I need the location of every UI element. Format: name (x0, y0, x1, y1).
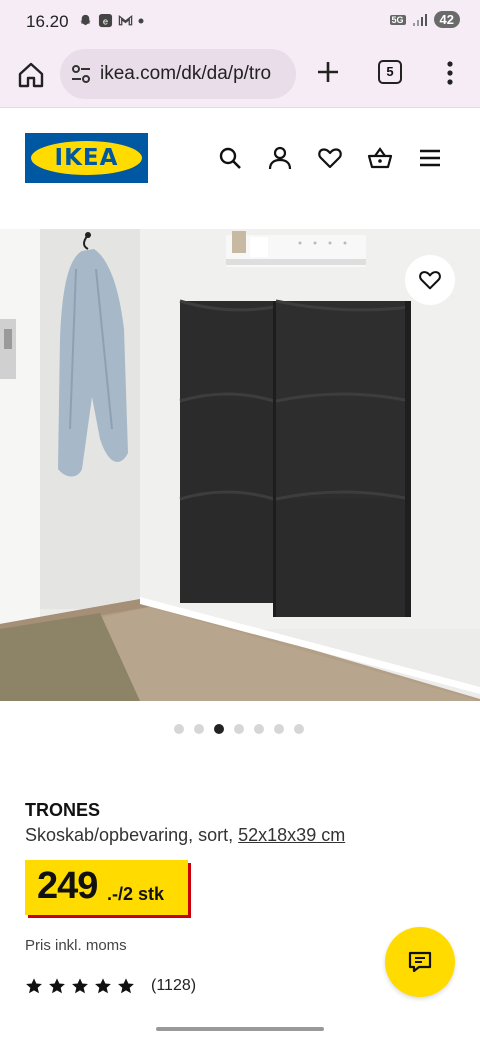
home-indicator[interactable] (156, 1027, 324, 1031)
app-icon: e (98, 13, 113, 28)
carousel-dot[interactable] (234, 724, 244, 734)
address-bar[interactable]: ikea.com/dk/da/p/tro (60, 49, 296, 99)
site-settings-icon[interactable] (70, 63, 92, 85)
hamburger-menu-icon[interactable] (417, 145, 443, 171)
vat-note: Pris inkl. moms (25, 937, 127, 954)
product-type: Skoskab/opbevaring, sort, (25, 825, 234, 845)
star-icon (118, 978, 134, 994)
more-notifications-dot-icon (138, 18, 144, 23)
carousel-dot[interactable] (214, 724, 224, 734)
browser-toolbar: ikea.com/dk/da/p/tro 5 (0, 44, 480, 108)
carousel-dot[interactable] (194, 724, 204, 734)
gmail-icon (118, 14, 133, 26)
favourite-button[interactable] (405, 255, 455, 305)
kebab-menu-icon[interactable] (440, 58, 460, 88)
star-icon (72, 978, 88, 994)
price-integer: 249 (37, 865, 98, 907)
basket-icon[interactable] (367, 145, 393, 171)
carousel-dot[interactable] (274, 724, 284, 734)
price-tag: 249 .-/2 stk (25, 860, 188, 915)
url-text: ikea.com/dk/da/p/tro (100, 63, 272, 84)
rating[interactable]: (1128) (25, 977, 196, 995)
snapchat-icon (80, 14, 91, 26)
product-name: TRONES (25, 800, 101, 820)
heart-icon[interactable] (317, 145, 343, 171)
star-icon (95, 978, 111, 994)
notification-icons: e (78, 13, 144, 28)
search-icon[interactable] (217, 145, 243, 171)
product-dimensions-link[interactable]: 52x18x39 cm (238, 825, 345, 845)
star-icon (49, 978, 65, 994)
status-time: 16.20 (26, 12, 69, 31)
battery-indicator: 42 (433, 11, 460, 28)
price-suffix: .-/2 stk (107, 884, 165, 904)
product-image[interactable] (0, 229, 480, 701)
new-tab-icon[interactable] (314, 58, 342, 86)
star-icon (26, 978, 42, 994)
carousel-dot[interactable] (294, 724, 304, 734)
chat-icon (408, 951, 432, 973)
carousel-dots (174, 724, 304, 734)
signal-icon (412, 13, 427, 26)
heart-icon (419, 271, 441, 290)
network-label: 5G (389, 14, 406, 25)
carousel-dot[interactable] (174, 724, 184, 734)
carousel-dot[interactable] (254, 724, 264, 734)
svg-text:e: e (103, 16, 108, 26)
logo-text: IKEA (54, 145, 119, 171)
account-icon[interactable] (267, 145, 293, 171)
home-icon[interactable] (14, 58, 48, 92)
product-description: Skoskab/opbevaring, sort, 52x18x39 cm (25, 825, 345, 846)
rating-count[interactable]: (1128) (151, 977, 196, 995)
rating-stars (25, 977, 135, 995)
ikea-logo[interactable]: IKEA (25, 133, 148, 183)
status-bar: 16.20 e 5G 42 (0, 0, 480, 44)
product-photo (0, 229, 480, 701)
cabinet (179, 299, 411, 617)
chat-button[interactable] (385, 927, 455, 997)
tab-switcher-button[interactable]: 5 (378, 60, 402, 84)
status-right: 5G 42 (389, 11, 460, 28)
